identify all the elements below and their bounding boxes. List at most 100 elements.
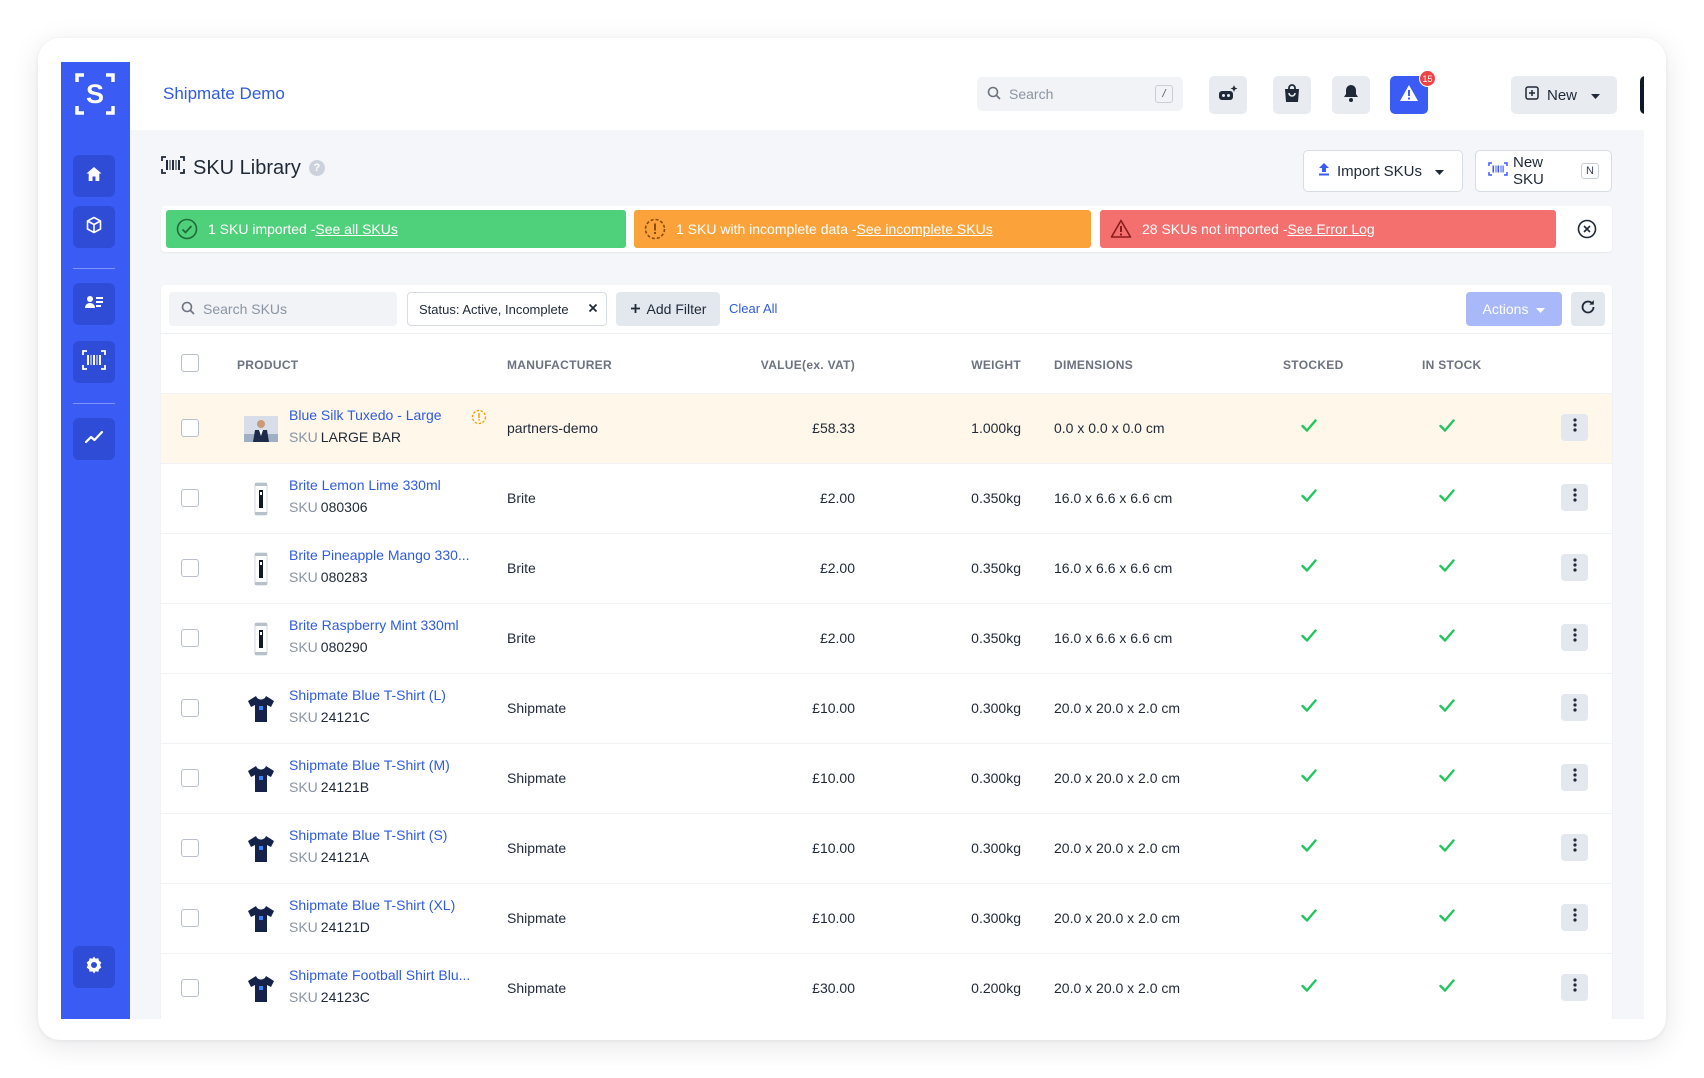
table-row[interactable]: Brite Pineapple Mango 330... SKU 080283 B… xyxy=(161,533,1612,603)
new-button[interactable]: New xyxy=(1511,76,1617,114)
banner-imported: 1 SKU imported - See all SKUs xyxy=(166,210,626,248)
column-weight[interactable]: WEIGHT xyxy=(921,358,1021,372)
clear-all-link[interactable]: Clear All xyxy=(729,301,777,316)
see-error-log-link[interactable]: See Error Log xyxy=(1288,221,1375,237)
product-name-link[interactable]: Brite Raspberry Mint 330ml xyxy=(289,617,459,633)
kebab-menu-icon xyxy=(1572,558,1577,577)
sidebar-item-home[interactable] xyxy=(73,155,115,197)
sidebar-item-shipments[interactable] xyxy=(73,206,115,248)
product-thumbnail xyxy=(243,620,279,658)
user-avatar[interactable]: S xyxy=(1640,76,1644,114)
add-filter-label: Add Filter xyxy=(646,301,707,317)
manufacturer-cell: Shipmate xyxy=(507,840,567,856)
row-menu-button[interactable] xyxy=(1561,554,1588,581)
table-row[interactable]: Blue Silk Tuxedo - Large SKU LARGE BAR pa… xyxy=(161,393,1612,463)
product-name-link[interactable]: Shipmate Blue T-Shirt (S) xyxy=(289,827,447,843)
kebab-menu-icon xyxy=(1572,908,1577,927)
row-menu-button[interactable] xyxy=(1561,834,1588,861)
sidebar-item-settings[interactable] xyxy=(73,946,115,988)
product-thumbnail xyxy=(243,760,279,798)
row-menu-button[interactable] xyxy=(1561,764,1588,791)
refresh-button[interactable] xyxy=(1571,292,1605,326)
sidebar-item-analytics[interactable] xyxy=(73,418,115,460)
row-checkbox[interactable] xyxy=(181,699,199,717)
sku-value: 080290 xyxy=(320,639,368,655)
bell-icon xyxy=(1342,83,1360,108)
weight-cell: 0.300kg xyxy=(971,840,1021,856)
row-checkbox[interactable] xyxy=(181,909,199,927)
status-filter-chip[interactable]: Status: Active, Incomplete xyxy=(407,292,607,326)
notifications-button[interactable] xyxy=(1332,76,1370,114)
shopping-bag-icon xyxy=(1283,83,1301,108)
alerts-button[interactable]: 15 xyxy=(1390,70,1436,114)
product-name-link[interactable]: Shipmate Blue T-Shirt (L) xyxy=(289,687,446,703)
new-sku-label: New SKU xyxy=(1513,154,1544,188)
value-cell: £2.00 xyxy=(819,630,855,646)
table-row[interactable]: Shipmate Football Shirt Blu... SKU 24123C… xyxy=(161,953,1612,1019)
table-row[interactable]: Shipmate Blue T-Shirt (L) SKU 24121C Ship… xyxy=(161,673,1612,743)
row-checkbox[interactable] xyxy=(181,419,199,437)
column-manufacturer[interactable]: MANUFACTURER xyxy=(507,358,612,372)
dismiss-banners-button[interactable] xyxy=(1577,219,1597,244)
row-menu-button[interactable] xyxy=(1561,904,1588,931)
alert-count-badge: 15 xyxy=(1419,70,1436,87)
import-skus-button[interactable]: Import SKUs xyxy=(1303,150,1463,192)
sku-value: 24121D xyxy=(320,919,370,935)
sidebar-item-sku-library[interactable] xyxy=(73,341,115,383)
column-value[interactable]: VALUE(ex. VAT) xyxy=(721,358,855,372)
in-stock-check-icon xyxy=(1439,629,1455,647)
dimensions-cell: 20.0 x 20.0 x 2.0 cm xyxy=(1054,700,1181,716)
product-name-link[interactable]: Shipmate Football Shirt Blu... xyxy=(289,967,470,983)
row-menu-button[interactable] xyxy=(1561,624,1588,651)
shipmate-logo[interactable]: S xyxy=(73,70,117,118)
value-cell: £58.33 xyxy=(812,420,855,436)
table-row[interactable]: Brite Raspberry Mint 330ml SKU 080290 Bri… xyxy=(161,603,1612,673)
remove-filter-icon[interactable] xyxy=(588,301,598,316)
table-row[interactable]: Shipmate Blue T-Shirt (XL) SKU 24121D Shi… xyxy=(161,883,1612,953)
see-all-skus-link[interactable]: See all SKUs xyxy=(315,221,397,237)
upload-icon xyxy=(1318,162,1330,180)
table-row[interactable]: Brite Lemon Lime 330ml SKU 080306 Brite £… xyxy=(161,463,1612,533)
sku-search-input[interactable]: Search SKUs xyxy=(169,292,397,326)
row-menu-button[interactable] xyxy=(1561,694,1588,721)
table-row[interactable]: Shipmate Blue T-Shirt (M) SKU 24121B Ship… xyxy=(161,743,1612,813)
weight-cell: 0.300kg xyxy=(971,910,1021,926)
row-checkbox[interactable] xyxy=(181,839,199,857)
see-incomplete-skus-link[interactable]: See incomplete SKUs xyxy=(857,221,993,237)
product-name-link[interactable]: Shipmate Blue T-Shirt (XL) xyxy=(289,897,455,913)
row-checkbox[interactable] xyxy=(181,979,199,997)
app-title[interactable]: Shipmate Demo xyxy=(163,84,285,104)
integrations-button[interactable] xyxy=(1209,76,1247,114)
add-filter-button[interactable]: Add Filter xyxy=(616,292,720,326)
column-stocked[interactable]: STOCKED xyxy=(1283,358,1344,372)
row-menu-button[interactable] xyxy=(1561,484,1588,511)
dimensions-cell: 16.0 x 6.6 x 6.6 cm xyxy=(1054,560,1173,576)
plus-icon xyxy=(630,301,641,317)
sidebar-item-contacts[interactable] xyxy=(73,283,115,325)
product-name-link[interactable]: Shipmate Blue T-Shirt (M) xyxy=(289,757,450,773)
global-search-input[interactable]: Search / xyxy=(977,77,1183,111)
product-thumbnail xyxy=(243,830,279,868)
sku-value: 24121A xyxy=(320,849,370,865)
in-stock-check-icon xyxy=(1439,559,1455,577)
row-menu-button[interactable] xyxy=(1561,974,1588,1001)
product-name-link[interactable]: Brite Pineapple Mango 330... xyxy=(289,547,470,563)
search-shortcut-key: / xyxy=(1155,85,1173,103)
help-icon[interactable]: ? xyxy=(308,160,325,176)
column-dimensions[interactable]: DIMENSIONS xyxy=(1054,358,1133,372)
row-checkbox[interactable] xyxy=(181,769,199,787)
actions-dropdown[interactable]: Actions xyxy=(1466,292,1562,326)
table-row[interactable]: Shipmate Blue T-Shirt (S) SKU 24121A Ship… xyxy=(161,813,1612,883)
column-in-stock[interactable]: IN STOCK xyxy=(1422,358,1482,372)
row-checkbox[interactable] xyxy=(181,629,199,647)
column-product[interactable]: PRODUCT xyxy=(237,358,298,372)
product-name-link[interactable]: Brite Lemon Lime 330ml xyxy=(289,477,441,493)
new-sku-button[interactable]: New SKU N xyxy=(1475,150,1612,192)
row-checkbox[interactable] xyxy=(181,489,199,507)
product-name-link[interactable]: Blue Silk Tuxedo - Large xyxy=(289,407,442,423)
row-checkbox[interactable] xyxy=(181,559,199,577)
select-all-checkbox[interactable] xyxy=(181,354,199,372)
row-menu-button[interactable] xyxy=(1561,414,1588,441)
in-stock-check-icon xyxy=(1439,699,1455,717)
orders-button[interactable] xyxy=(1273,76,1311,114)
